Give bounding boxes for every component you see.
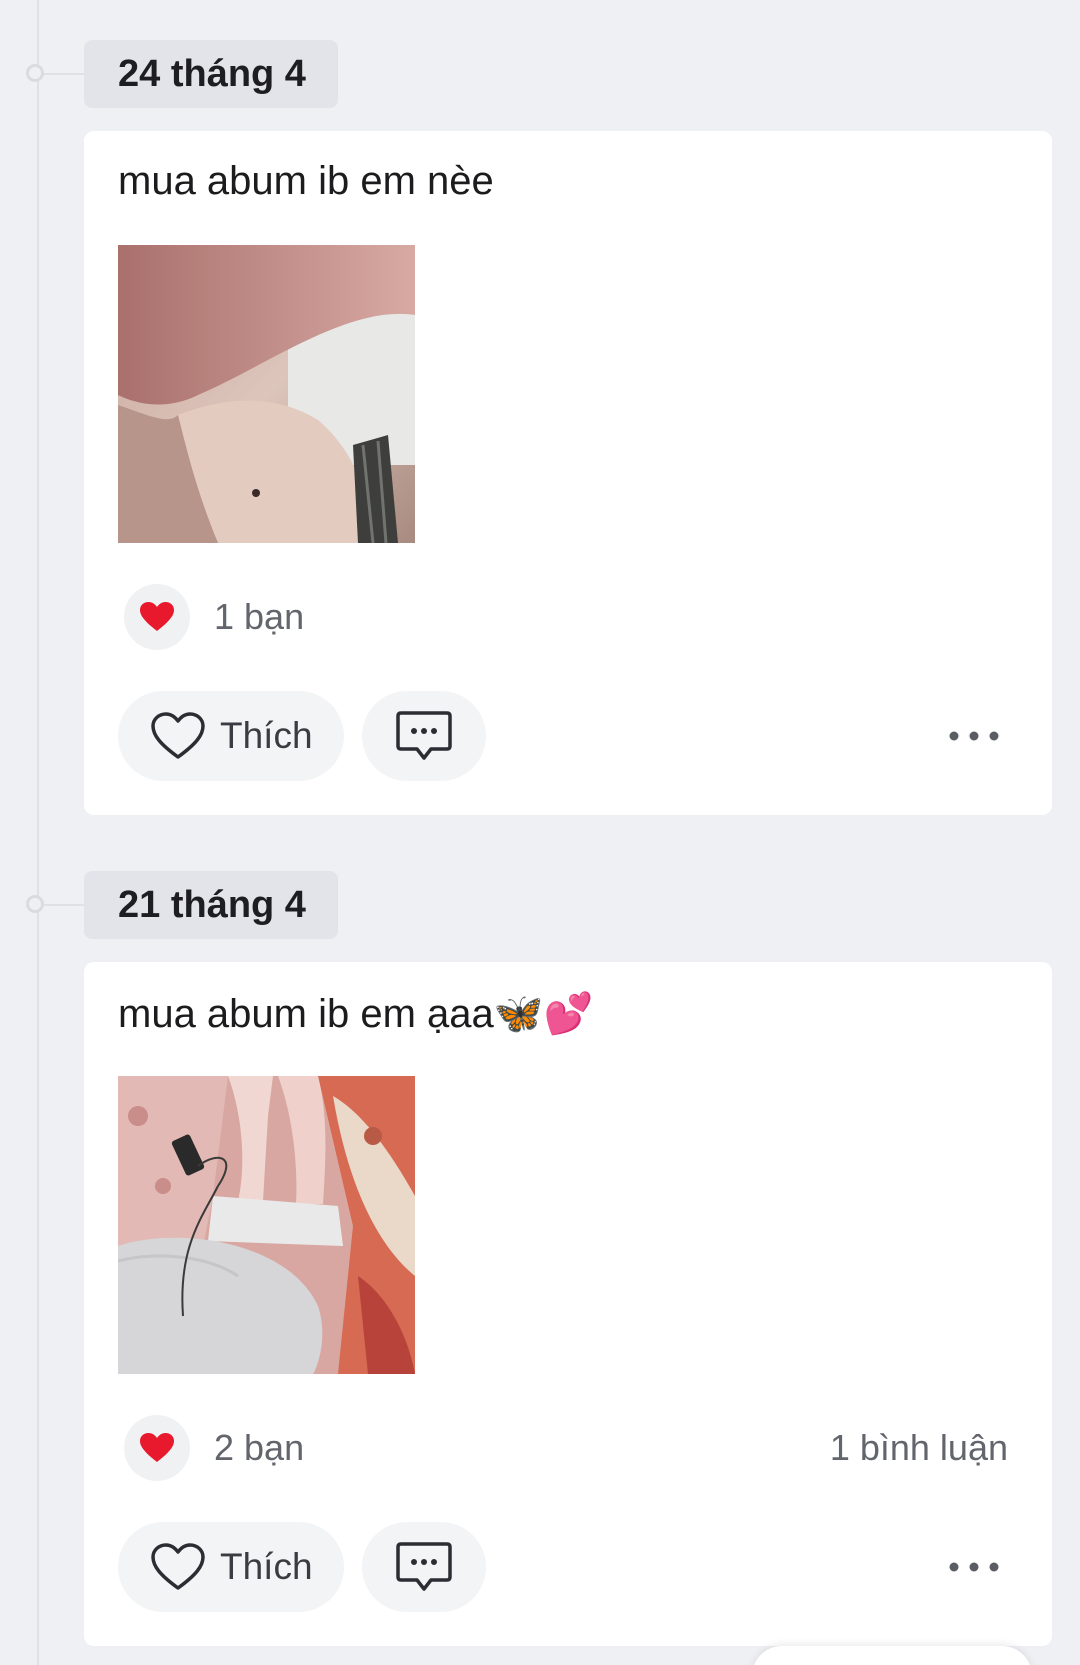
reaction-badge[interactable] xyxy=(124,1415,190,1481)
action-row: Thích xyxy=(118,1522,1018,1612)
like-button[interactable]: Thích xyxy=(118,691,344,781)
red-heart-icon xyxy=(140,1433,174,1462)
action-row: Thích xyxy=(118,691,1018,781)
comment-button[interactable] xyxy=(362,691,486,781)
timeline-node xyxy=(26,895,84,913)
comment-icon xyxy=(396,1542,452,1591)
more-icon xyxy=(949,1562,999,1572)
timeline-node xyxy=(26,64,84,82)
post-card: mua abum ib em ạaa🦋💕 2 bạn 1 bình luận T… xyxy=(84,962,1052,1646)
post-card: mua abum ib em nèe 1 bạn Thích xyxy=(84,131,1052,815)
post-caption: mua abum ib em ạaa xyxy=(118,992,494,1036)
reaction-count[interactable]: 1 bạn xyxy=(214,596,304,638)
heart-outline-icon xyxy=(151,1543,205,1590)
reaction-row: 1 bạn xyxy=(124,584,1008,650)
red-heart-icon xyxy=(140,602,174,631)
date-header: 21 tháng 4 xyxy=(84,871,338,939)
photo-image xyxy=(118,1076,415,1374)
more-icon xyxy=(949,731,999,741)
comment-count[interactable]: 1 bình luận xyxy=(830,1427,1008,1469)
reaction-row: 2 bạn 1 bình luận xyxy=(124,1415,1008,1481)
heart-outline-icon xyxy=(151,712,205,759)
post-text: mua abum ib em nèe xyxy=(118,159,494,204)
comment-icon xyxy=(396,711,452,760)
reaction-badge[interactable] xyxy=(124,584,190,650)
post-photo[interactable] xyxy=(118,245,415,543)
photo-image xyxy=(118,245,415,543)
timeline-line xyxy=(37,0,39,1665)
floating-button-edge[interactable] xyxy=(752,1646,1032,1665)
comment-button[interactable] xyxy=(362,1522,486,1612)
post-caption: mua abum ib em nèe xyxy=(118,159,494,203)
like-label: Thích xyxy=(220,715,313,756)
date-header: 24 tháng 4 xyxy=(84,40,338,108)
like-button[interactable]: Thích xyxy=(118,1522,344,1612)
post-text: mua abum ib em ạaa🦋💕 xyxy=(118,990,593,1037)
post-emoji: 🦋💕 xyxy=(493,992,594,1036)
timeline-page: 24 tháng 4 mua abum ib em nèe 1 bạn Thíc… xyxy=(0,0,1080,1665)
like-label: Thích xyxy=(220,1546,313,1587)
reaction-count[interactable]: 2 bạn xyxy=(214,1427,304,1469)
more-options-button[interactable] xyxy=(944,716,1004,756)
more-options-button[interactable] xyxy=(944,1547,1004,1587)
post-photo[interactable] xyxy=(118,1076,415,1374)
